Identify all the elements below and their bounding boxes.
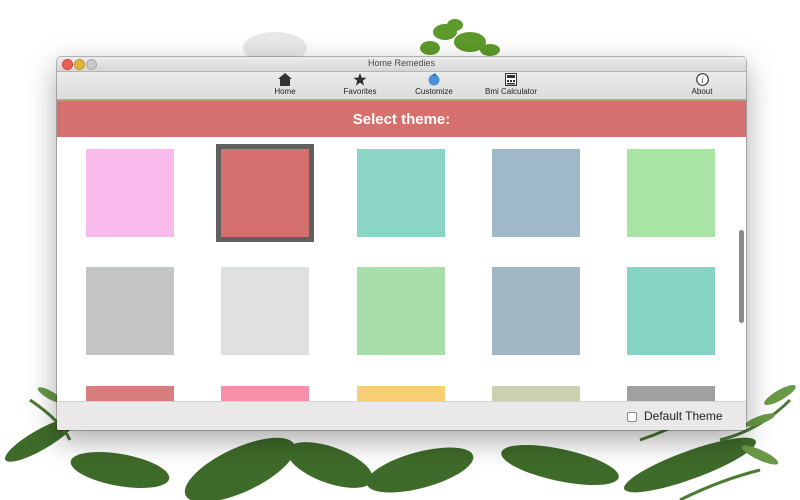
footer-bar: Default Theme <box>57 401 746 430</box>
app-window: Home Remedies Home Favorites Customize B… <box>57 57 746 430</box>
home-icon <box>278 73 292 86</box>
theme-swatch-14[interactable] <box>492 386 580 402</box>
theme-swatch-12[interactable] <box>221 386 309 402</box>
theme-swatch-5[interactable] <box>627 149 715 237</box>
toolbar-favorites-button[interactable]: Favorites <box>337 73 383 99</box>
star-icon <box>353 73 367 86</box>
toolbar-home-label: Home <box>274 87 296 96</box>
default-theme-label[interactable]: Default Theme <box>644 409 723 423</box>
calculator-icon <box>505 73 517 86</box>
theme-swatch-15[interactable] <box>627 386 715 402</box>
toolbar-customize-button[interactable]: Customize <box>409 73 459 99</box>
toolbar-home-button[interactable]: Home <box>267 73 303 99</box>
theme-swatch-7[interactable] <box>221 267 309 355</box>
info-icon: i <box>695 73 709 86</box>
toolbar-about-button[interactable]: i About <box>685 73 719 99</box>
theme-swatch-1[interactable] <box>86 149 174 237</box>
window-title: Home Remedies <box>367 58 436 68</box>
theme-swatch-8[interactable] <box>357 267 445 355</box>
theme-swatch-2-selected[interactable] <box>216 144 314 242</box>
theme-swatch-11[interactable] <box>86 386 174 402</box>
theme-swatch-13[interactable] <box>357 386 445 402</box>
default-theme-checkbox[interactable] <box>627 412 637 422</box>
toolbar-favorites-label: Favorites <box>343 87 377 96</box>
theme-swatch-3[interactable] <box>357 149 445 237</box>
toolbar-customize-label: Customize <box>415 87 453 96</box>
paint-drop-icon <box>428 73 440 86</box>
theme-swatch-9[interactable] <box>492 267 580 355</box>
toolbar: Home Favorites Customize Bmi Calculator … <box>57 72 746 100</box>
toolbar-about-label: About <box>691 87 713 96</box>
theme-grid <box>57 137 746 402</box>
toolbar-bmi-calculator-label: Bmi Calculator <box>484 87 537 96</box>
toolbar-bmi-calculator-button[interactable]: Bmi Calculator <box>477 73 545 99</box>
theme-swatch-6[interactable] <box>86 267 174 355</box>
select-theme-header: Select theme: <box>57 100 746 137</box>
vertical-scrollbar[interactable] <box>739 230 744 323</box>
theme-swatch-10[interactable] <box>627 267 715 355</box>
title-bar: Home Remedies <box>57 57 746 72</box>
theme-swatch-4[interactable] <box>492 149 580 237</box>
page-title: Select theme: <box>352 110 451 128</box>
